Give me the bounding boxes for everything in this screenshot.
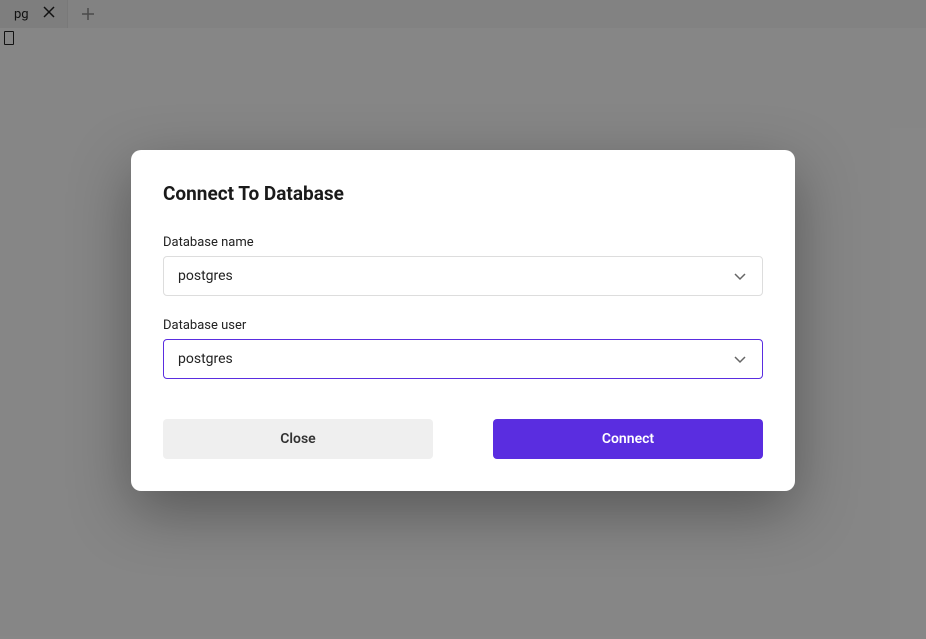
database-user-field-group: Database user postgres <box>163 318 763 379</box>
dialog-button-row: Close Connect <box>163 419 763 459</box>
database-name-field-group: Database name postgres <box>163 235 763 296</box>
close-button[interactable]: Close <box>163 419 433 459</box>
dialog-title: Connect To Database <box>163 182 763 205</box>
database-name-label: Database name <box>163 235 763 250</box>
connect-database-dialog: Connect To Database Database name postgr… <box>131 150 795 491</box>
database-user-select[interactable]: postgres <box>163 339 763 379</box>
connect-button[interactable]: Connect <box>493 419 763 459</box>
database-user-label: Database user <box>163 318 763 333</box>
chevron-down-icon <box>732 351 748 367</box>
database-name-value: postgres <box>178 268 732 284</box>
database-name-select[interactable]: postgres <box>163 256 763 296</box>
chevron-down-icon <box>732 268 748 284</box>
database-user-value: postgres <box>178 351 732 367</box>
